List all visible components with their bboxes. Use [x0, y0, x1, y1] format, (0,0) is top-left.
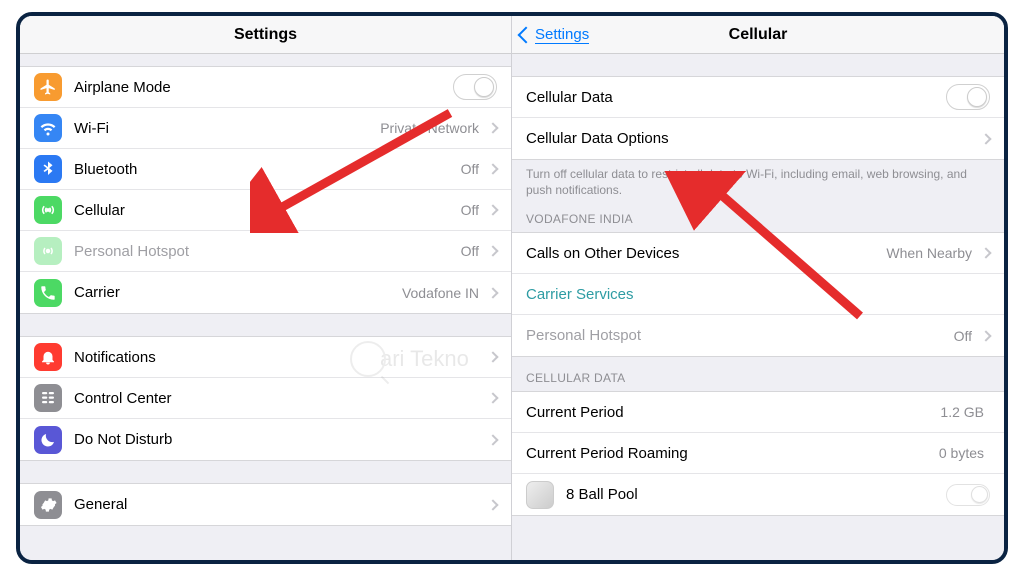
- chevron-right-icon: [487, 434, 498, 445]
- bluetooth-icon: [34, 155, 62, 183]
- chevron-right-icon: [487, 245, 498, 256]
- gear-icon: [34, 491, 62, 519]
- chevron-right-icon: [487, 204, 498, 215]
- list-item[interactable]: Cellular Data: [512, 77, 1004, 118]
- left-group-general: General: [20, 483, 511, 526]
- row-label: Notifications: [74, 349, 485, 366]
- row-label: Personal Hotspot: [526, 327, 954, 344]
- row-label: Control Center: [74, 390, 485, 407]
- row-label: Wi-Fi: [74, 120, 380, 137]
- list-item[interactable]: Current Period Roaming0 bytes: [512, 433, 1004, 474]
- back-label: Settings: [535, 26, 589, 44]
- left-group-network: Airplane ModeWi-FiPrivate NetworkBluetoo…: [20, 66, 511, 314]
- page-title: Settings: [234, 26, 297, 44]
- app-icon: [526, 481, 554, 509]
- row-detail: Off: [461, 243, 479, 259]
- wifi-icon: [34, 114, 62, 142]
- control-icon: [34, 384, 62, 412]
- page-title: Cellular: [729, 26, 788, 44]
- row-label: Carrier: [74, 284, 402, 301]
- row-label: Cellular Data Options: [526, 130, 978, 147]
- row-label: Carrier Services: [526, 286, 990, 303]
- chevron-right-icon: [980, 330, 991, 341]
- list-item[interactable]: General: [20, 484, 511, 525]
- list-item[interactable]: Cellular Data Options: [512, 118, 1004, 159]
- chevron-right-icon: [487, 163, 498, 174]
- back-button[interactable]: Settings: [520, 26, 589, 44]
- chevron-left-icon: [518, 26, 535, 43]
- list-item[interactable]: Carrier Services: [512, 274, 1004, 315]
- airplane-icon: [34, 73, 62, 101]
- right-group-carrier: Calls on Other DevicesWhen Nearby Carrier…: [512, 232, 1004, 357]
- list-item[interactable]: Wi-FiPrivate Network: [20, 108, 511, 149]
- toggle-switch[interactable]: [453, 74, 497, 100]
- phone-icon: [34, 279, 62, 307]
- hotspot-icon: [34, 237, 62, 265]
- list-item[interactable]: Current Period1.2 GB: [512, 392, 1004, 433]
- row-detail: 0 bytes: [939, 445, 984, 461]
- right-group-cellulardata: Current Period1.2 GBCurrent Period Roami…: [512, 391, 1004, 516]
- navbar-right: Settings Cellular: [512, 16, 1004, 54]
- list-item[interactable]: Notifications: [20, 337, 511, 378]
- section-header-cellulardata: CELLULAR DATA: [512, 357, 1004, 391]
- moon-icon: [34, 426, 62, 454]
- row-label: Do Not Disturb: [74, 431, 485, 448]
- right-group-datatoggle: Cellular Data Cellular Data Options: [512, 76, 1004, 160]
- cellular-pane: Settings Cellular Cellular DataCellular …: [512, 16, 1004, 560]
- row-detail: Off: [461, 202, 479, 218]
- chevron-right-icon: [487, 287, 498, 298]
- screenshot-frame: Settings Airplane Mode Wi-FiPrivate Netwo…: [16, 12, 1008, 564]
- cellular-icon: [34, 196, 62, 224]
- chevron-right-icon: [487, 499, 498, 510]
- row-label: Current Period: [526, 404, 940, 421]
- list-item[interactable]: Control Center: [20, 378, 511, 419]
- cellular-footer-text: Turn off cellular data to restrict all d…: [512, 160, 1004, 198]
- left-group-notif: Notifications Control Center Do Not Distur…: [20, 336, 511, 461]
- row-detail: Off: [954, 328, 972, 344]
- row-label: General: [74, 496, 485, 513]
- bell-icon: [34, 343, 62, 371]
- row-detail: Vodafone IN: [402, 285, 479, 301]
- row-label: Airplane Mode: [74, 79, 453, 96]
- row-detail: When Nearby: [886, 245, 972, 261]
- chevron-right-icon: [980, 133, 991, 144]
- list-item[interactable]: CarrierVodafone IN: [20, 272, 511, 313]
- list-item[interactable]: Personal HotspotOff: [20, 231, 511, 272]
- row-detail: Private Network: [380, 120, 479, 136]
- chevron-right-icon: [487, 351, 498, 362]
- chevron-right-icon: [487, 392, 498, 403]
- row-label: Cellular: [74, 202, 461, 219]
- section-header-carrier: VODAFONE INDIA: [512, 198, 1004, 232]
- row-detail: Off: [461, 161, 479, 177]
- toggle-switch[interactable]: [946, 484, 990, 506]
- list-item[interactable]: 8 Ball Pool: [512, 474, 1004, 515]
- list-item[interactable]: Personal HotspotOff: [512, 315, 1004, 356]
- toggle-switch[interactable]: [946, 84, 990, 110]
- list-item[interactable]: Airplane Mode: [20, 67, 511, 108]
- row-label: Calls on Other Devices: [526, 245, 886, 262]
- list-item[interactable]: Do Not Disturb: [20, 419, 511, 460]
- row-label: Current Period Roaming: [526, 445, 939, 462]
- row-detail: 1.2 GB: [940, 404, 984, 420]
- row-label: Personal Hotspot: [74, 243, 461, 260]
- list-item[interactable]: Calls on Other DevicesWhen Nearby: [512, 233, 1004, 274]
- list-item[interactable]: BluetoothOff: [20, 149, 511, 190]
- navbar-left: Settings: [20, 16, 511, 54]
- settings-root-pane: Settings Airplane Mode Wi-FiPrivate Netwo…: [20, 16, 512, 560]
- chevron-right-icon: [487, 122, 498, 133]
- row-label: Bluetooth: [74, 161, 461, 178]
- chevron-right-icon: [980, 248, 991, 259]
- row-label: 8 Ball Pool: [566, 486, 946, 503]
- row-label: Cellular Data: [526, 89, 946, 106]
- list-item[interactable]: CellularOff: [20, 190, 511, 231]
